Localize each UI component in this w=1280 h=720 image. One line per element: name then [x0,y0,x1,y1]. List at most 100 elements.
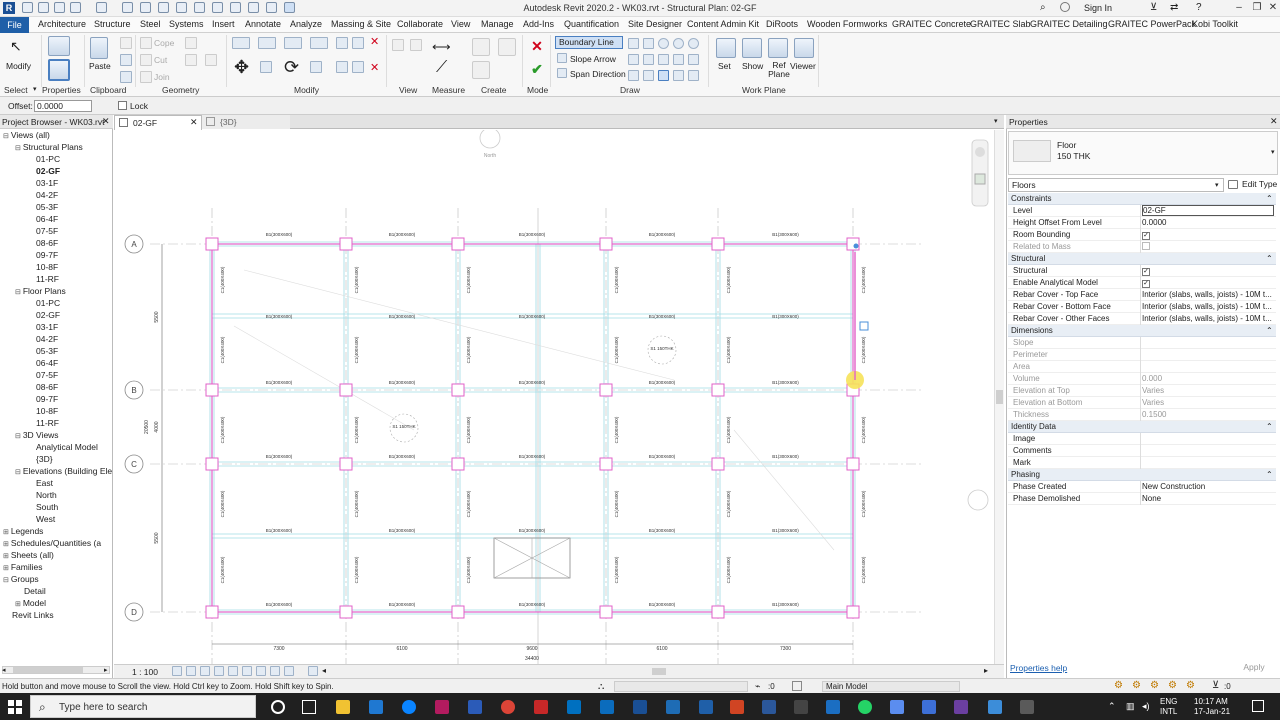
slope-arrow-button[interactable]: Slope Arrow [570,54,616,64]
network-icon[interactable]: ▥ [1126,701,1135,712]
menu-graitec-concrete[interactable]: GRAITEC Concrete [892,19,971,29]
instance-filter-dropdown[interactable]: Floors ▾ [1008,178,1224,192]
override-icon[interactable] [410,39,422,51]
polygon-icon[interactable] [658,38,669,49]
property-checkbox[interactable] [1142,242,1150,250]
menu-quantification[interactable]: Quantification [564,19,619,29]
properties-icon[interactable] [48,59,70,81]
paint-icon[interactable] [205,54,217,66]
circle-icon[interactable] [673,38,684,49]
trim-icon[interactable] [310,61,322,73]
set-work-plane-icon[interactable] [716,38,736,58]
menu-site-designer[interactable]: Site Designer [628,19,682,29]
chrome-icon[interactable] [501,700,515,714]
select-pinned-icon[interactable]: ⚙ [1150,680,1159,691]
browser-item[interactable]: 04-2F [27,334,58,344]
collapse-icon[interactable]: ⊟ [15,469,23,476]
property-value[interactable]: Varies [1142,386,1274,395]
collapse-icon[interactable]: ⊟ [3,133,11,140]
cope-button[interactable]: Cope [154,38,174,48]
collapse-icon[interactable]: ⊟ [15,433,23,440]
view-scale[interactable]: 1 : 100 [132,667,158,677]
whatsapp-icon[interactable] [858,700,872,714]
browser-item[interactable]: 09-7F [27,394,58,404]
tab-close-icon[interactable]: ✕ [190,117,198,128]
browser-item[interactable]: 11-RF [27,418,59,428]
property-value[interactable]: 0.1500 [1142,410,1274,419]
copy-icon[interactable] [120,54,132,66]
offset-input[interactable]: 0.0000 [34,100,92,112]
temp-hide-icon[interactable] [270,666,280,676]
spline-icon[interactable] [688,54,699,65]
pick-walls-icon[interactable] [673,70,684,81]
align-icon[interactable] [232,37,250,49]
browser-item[interactable]: ⊞ Sheets (all) [3,550,54,560]
browser-item[interactable]: 09-7F [27,250,58,260]
ellipse-icon[interactable] [628,70,639,81]
detail-level-icon[interactable] [172,666,182,676]
browser-item[interactable]: 05-3F [27,202,58,212]
collapse-icon[interactable]: ⊟ [15,145,23,152]
menu-collaborate[interactable]: Collaborate [397,19,443,29]
property-checkbox[interactable]: ✓ [1142,268,1150,276]
worksets-icon[interactable]: ⛬ [598,681,604,692]
menu-annotate[interactable]: Annotate [245,19,281,29]
expand-icon[interactable]: ⊞ [3,541,11,548]
arc-center-icon[interactable] [643,54,654,65]
collapse-section-icon[interactable]: ⌃ [1266,254,1273,263]
browser-item[interactable]: ⊞ Families [3,562,42,572]
project-browser-close-icon[interactable]: ✕ [102,116,110,127]
copy-element-icon[interactable] [260,61,272,73]
properties-section-header[interactable]: Structural ⌃ [1008,253,1276,265]
browser-item[interactable]: ⊞ Schedules/Quantities (a [3,538,101,548]
exchange-icon[interactable]: ⇄ [1170,2,1178,13]
expand-icon[interactable]: ⊞ [3,553,11,560]
property-row[interactable]: Thickness 0.1500 [1008,409,1276,421]
show-work-plane-icon[interactable] [742,38,762,58]
scale-icon[interactable] [352,61,364,73]
menu-architecture[interactable]: Architecture [38,19,86,29]
app-teams-icon[interactable] [954,700,968,714]
join-icon[interactable] [140,71,152,83]
sun-path-icon[interactable] [200,666,210,676]
finish-edit-mode-icon[interactable]: ✔ [528,61,546,77]
property-row[interactable]: Related to Mass [1008,241,1276,253]
acrobat-icon[interactable] [534,700,548,714]
crop-view-icon[interactable] [228,666,238,676]
file-explorer-icon[interactable] [336,700,350,714]
measure-distance-icon[interactable]: ⟷ [432,39,451,55]
property-value[interactable]: 02-GF [1142,205,1274,216]
measure-element-icon[interactable]: ⟋ [436,59,447,77]
hide-icon[interactable] [392,39,404,51]
sign-in-link[interactable]: Sign In [1084,3,1112,13]
viewer-icon[interactable] [794,38,814,58]
expand-icon[interactable]: ⊞ [3,565,11,572]
paste-button[interactable]: Paste [89,61,111,71]
revit-2-icon[interactable] [699,700,713,714]
property-row[interactable]: Rebar Cover - Top Face Interior (slabs, w… [1008,289,1276,301]
taskbar-search[interactable]: ⌕ Type here to search [30,695,256,718]
analytical-model-icon[interactable] [308,666,318,676]
active-workset-dropdown[interactable] [614,681,748,692]
set-button[interactable]: Set [718,61,731,71]
minimize-button[interactable]: – [1232,1,1246,15]
lock-3d-icon[interactable] [256,666,266,676]
browser-item[interactable]: ⊟ Views (all) [3,130,50,140]
type-selector[interactable]: Floor 150 THK ▾ [1008,131,1278,175]
paste-icon[interactable] [90,37,108,59]
menu-manage[interactable]: Manage [481,19,514,29]
array-icon[interactable] [336,61,348,73]
menu-analyze[interactable]: Analyze [290,19,322,29]
scroll-right-icon[interactable]: ▸ [104,666,108,674]
property-row[interactable]: Volume 0.000 [1008,373,1276,385]
properties-section-header[interactable]: Identity Data ⌃ [1008,421,1276,433]
menu-file[interactable]: File [0,17,29,33]
span-direction-button[interactable]: Span Direction [570,69,626,79]
menu-graitec-detailing[interactable]: GRAITEC Detailing [1030,19,1108,29]
powerpoint-icon[interactable] [730,700,744,714]
browser-item[interactable]: ⊟ Floor Plans [15,286,66,296]
menu-view[interactable]: View [451,19,470,29]
start-icon[interactable] [8,700,22,714]
notifications-icon[interactable] [1252,700,1264,712]
browser-item[interactable]: 08-6F [27,238,58,248]
